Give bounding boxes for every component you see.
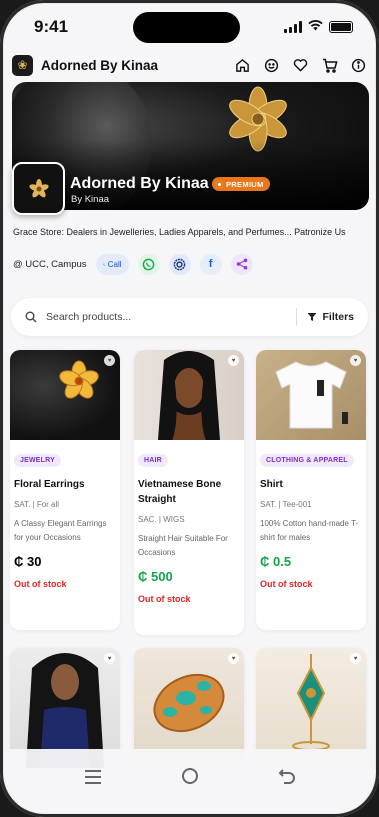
phone-icon (102, 263, 105, 265)
product-category: CLOTHING & APPAREL (260, 454, 354, 467)
filters-label: Filters (322, 311, 354, 323)
status-icons (284, 18, 353, 36)
menu-icon[interactable] (84, 768, 102, 789)
phone-frame: 9:41 ❀ Adorned By Kinaa Adorned By Kinaa… (0, 0, 379, 817)
call-label: Call (107, 259, 122, 269)
store-name: Adorned By Kinaa (70, 175, 209, 192)
info-icon[interactable] (350, 57, 367, 74)
battery-icon (329, 21, 353, 33)
status-bar: 9:41 (4, 4, 375, 48)
filter-icon (307, 313, 317, 321)
favorite-icon[interactable]: ♥ (350, 653, 361, 664)
favorite-icon[interactable]: ♥ (228, 653, 239, 664)
stock-status: Out of stock (260, 579, 313, 589)
cart-icon[interactable] (321, 57, 338, 74)
dynamic-island (133, 12, 240, 43)
wifi-icon (308, 18, 323, 36)
whatsapp-icon (142, 258, 155, 270)
search-icon (25, 311, 37, 323)
product-name: Shirt (260, 479, 283, 490)
floral-earring-image (59, 360, 99, 399)
product-name: Floral Earrings (14, 479, 85, 490)
whatsapp-button[interactable] (137, 253, 160, 275)
product-price: ₵ 30 (14, 554, 42, 569)
product-card[interactable]: ♥ CLOTHING & APPAREL Shirt SAT. | Tee-00… (256, 350, 366, 630)
straight-hair-model-image (158, 351, 220, 440)
premium-icon (216, 180, 223, 188)
product-category: JEWELRY (14, 454, 61, 467)
product-card[interactable]: ♥ HAIR Vietnamese Bone Straight SAC. | W… (134, 350, 244, 635)
share-icon (236, 258, 247, 270)
product-description: 100% Cotton hand-made T-shirt for males (260, 519, 359, 542)
facebook-icon: f (208, 258, 213, 270)
product-image: ♥ (134, 350, 244, 440)
product-price: ₵ 0.5 (260, 554, 292, 569)
product-meta: SAT. | Tee-001 (260, 500, 312, 509)
screen: 9:41 ❀ Adorned By Kinaa Adorned By Kinaa… (4, 4, 375, 813)
favorite-icon[interactable]: ♥ (350, 355, 361, 366)
stock-status: Out of stock (138, 594, 191, 604)
header-actions (234, 57, 367, 74)
status-time: 9:41 (34, 17, 69, 36)
app-header: ❀ Adorned By Kinaa (12, 48, 367, 82)
product-description: Straight Hair Suitable For Occasions (138, 534, 228, 557)
home-circle-icon[interactable] (181, 767, 199, 790)
brand-name: Adorned By Kinaa (41, 57, 159, 73)
store-description: Grace Store: Dealers in Jewelleries, Lad… (13, 227, 346, 237)
product-description: A Classy Elegant Earrings for your Occas… (14, 519, 107, 542)
product-image: ♥ (256, 350, 366, 440)
store-logo (12, 162, 65, 215)
stock-status: Out of stock (14, 579, 67, 589)
bottom-navigation (4, 749, 375, 813)
sticker-smile-icon[interactable] (263, 57, 280, 74)
store-location: @ UCC, Campus (13, 258, 87, 270)
premium-badge: PREMIUM (212, 177, 270, 191)
product-meta: SAC. | WIGS (138, 515, 185, 524)
signal-icon (173, 258, 186, 270)
premium-label: PREMIUM (226, 179, 264, 189)
back-icon[interactable] (278, 768, 296, 789)
favorite-icon[interactable]: ♥ (228, 355, 239, 366)
favorite-icon[interactable]: ♥ (104, 653, 115, 664)
heart-icon[interactable] (292, 57, 309, 74)
filters-button[interactable]: Filters (307, 311, 354, 323)
product-price: ₵ 500 (138, 569, 173, 584)
call-button[interactable]: Call (95, 253, 129, 275)
facebook-button[interactable]: f (199, 253, 222, 275)
product-name: Vietnamese Bone Straight (138, 479, 222, 505)
home-icon[interactable] (234, 57, 251, 74)
favorite-icon[interactable]: ♥ (104, 355, 115, 366)
product-card[interactable]: ♥ JEWELRY Floral Earrings SAT. | For all… (10, 350, 120, 630)
signal-button[interactable] (168, 253, 191, 275)
store-owner: By Kinaa (71, 194, 110, 205)
cellular-signal-icon (284, 21, 302, 33)
product-meta: SAT. | For all (14, 500, 60, 509)
search-input[interactable]: Search products... (46, 311, 296, 323)
product-category: HAIR (138, 454, 168, 467)
share-button[interactable] (230, 253, 253, 275)
search-bar[interactable]: Search products... Filters (11, 298, 368, 336)
product-image: ♥ (10, 350, 120, 440)
white-tshirt-image (275, 361, 348, 429)
contact-row: @ UCC, Campus Call f (13, 252, 253, 276)
search-divider (296, 308, 298, 326)
brand-logo: ❀ (12, 54, 33, 76)
